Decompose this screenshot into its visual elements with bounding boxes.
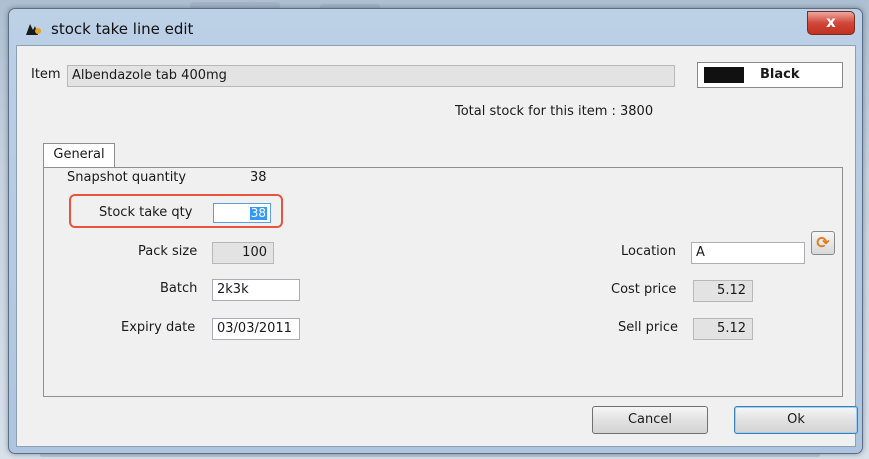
ok-button[interactable]: Ok — [734, 406, 858, 434]
close-icon: x — [826, 13, 836, 31]
dialog-window: stock take line edit x Item Albendazole … — [8, 8, 863, 454]
stock-take-qty-label: Stock take qty — [99, 205, 193, 220]
total-stock-text: Total stock for this item : 3800 — [455, 104, 654, 119]
pack-size-field: 100 — [212, 242, 274, 264]
batch-input[interactable]: 2k3k — [212, 279, 300, 301]
expiry-date-label: Expiry date — [121, 320, 196, 335]
stock-take-qty-selection: 38 — [249, 206, 267, 220]
pack-size-label: Pack size — [138, 244, 198, 259]
color-name: Black — [760, 67, 800, 82]
tab-general[interactable]: General — [43, 143, 115, 168]
cost-price-label: Cost price — [611, 282, 677, 297]
sell-price-label: Sell price — [618, 320, 678, 335]
item-label: Item — [31, 67, 61, 82]
location-label: Location — [621, 244, 676, 259]
sell-price-field: 5.12 — [693, 318, 753, 340]
expiry-date-input[interactable]: 03/03/2011 — [212, 318, 300, 340]
snapshot-quantity-value: 38 — [250, 170, 267, 185]
window-title: stock take line edit — [51, 20, 194, 38]
snapshot-quantity-label: Snapshot quantity — [67, 170, 187, 185]
location-refresh-button[interactable]: ⟳ — [811, 231, 835, 255]
close-button[interactable]: x — [807, 11, 855, 35]
stock-take-qty-input[interactable]: 38 — [213, 203, 271, 223]
item-color-selector[interactable]: Black — [697, 62, 843, 88]
dialog-body: Item Albendazole tab 400mg Black Total s… — [16, 45, 858, 447]
location-input[interactable]: A — [691, 242, 805, 264]
tab-general-label: General — [53, 147, 105, 162]
refresh-icon: ⟳ — [816, 233, 830, 252]
cancel-button[interactable]: Cancel — [592, 406, 708, 434]
item-name-field: Albendazole tab 400mg — [67, 65, 675, 87]
app-logo-icon — [26, 24, 41, 35]
title-bar[interactable]: stock take line edit x — [9, 9, 862, 47]
batch-label: Batch — [160, 281, 198, 296]
cost-price-field: 5.12 — [693, 280, 753, 302]
color-swatch — [704, 67, 744, 83]
